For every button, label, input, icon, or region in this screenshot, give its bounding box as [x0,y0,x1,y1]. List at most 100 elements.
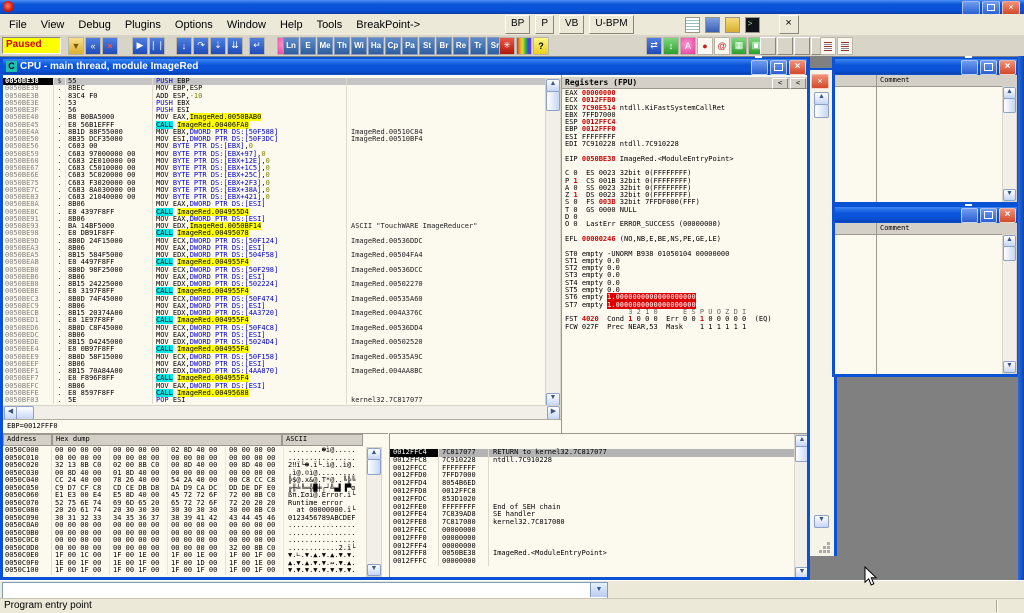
side-bottom-vscrollbar[interactable]: ▲ ▼ [1002,234,1017,374]
toolbar-button-tr[interactable]: Tr [470,37,486,55]
blank-button[interactable] [777,37,793,55]
registers-prev-button[interactable]: < [772,78,788,89]
scrollbar-thumb[interactable] [1003,98,1016,113]
toolbar-button-e[interactable]: E [300,37,316,55]
disasm-row[interactable]: 0050BF03.5EPOP ESIkernel32.7C817077 [3,397,545,404]
dump-header-ascii[interactable]: ASCII [282,434,363,446]
dump-vscrollbar[interactable]: ▲ ▼ [366,447,382,577]
save-icon[interactable] [705,17,720,33]
highlight-a-icon[interactable]: A [680,37,696,55]
toolbar-button-cp[interactable]: Cp [385,37,401,55]
toolbar-button-wi[interactable]: Wi [351,37,367,55]
scroll-down-arrow[interactable]: ▼ [795,567,807,577]
dump-row[interactable]: 0050C1001F 00 1F 001F 00 1F 001F 00 1F 0… [3,567,355,575]
side-window-top-content[interactable]: Comment ▲ ▼ [835,75,1017,202]
close-icon[interactable]: × [811,74,829,89]
dump-pane[interactable]: Address Hex dump ASCII 0050C00000 00 00 … [3,433,388,577]
disassembly-pane[interactable]: 0050BE38$55PUSH EBP0050BE39.8BECMOV EBP,… [3,78,545,405]
scroll-down-arrow[interactable]: ▼ [814,515,829,528]
scroll-down-arrow[interactable]: ▼ [367,564,381,576]
pause-icon[interactable]: ❘❘ [149,37,165,55]
main-titlebar[interactable]: × [0,0,1024,14]
console-icon[interactable] [745,17,760,33]
blank-button[interactable] [794,37,810,55]
close-button[interactable]: × [999,208,1016,223]
cpu-titlebar[interactable]: C CPU - main thread, module ImageRed × [3,59,807,74]
toolbar-button-pa[interactable]: Pa [402,37,418,55]
toolbar-button-ln[interactable]: Ln [283,37,299,55]
toolbar-button-br[interactable]: Br [436,37,452,55]
plugin-button-p[interactable]: P [535,15,554,34]
side-top-vscrollbar[interactable]: ▲ ▼ [1002,86,1017,202]
restart-icon[interactable]: « [85,37,101,55]
plugin-button-bp[interactable]: BP [505,15,530,34]
menu-item-breakpoint[interactable]: BreakPoint-> [349,19,427,31]
report-icon[interactable] [837,37,853,55]
updown-icon[interactable]: ↕ [663,37,679,55]
toolbar-button-me[interactable]: Me [317,37,333,55]
menu-item-view[interactable]: View [34,19,72,31]
help-icon[interactable]: ? [533,37,549,55]
scrollbar-thumb[interactable] [1003,246,1016,261]
dump-header-address[interactable]: Address [3,434,52,446]
open-file-icon[interactable]: ▼ [68,37,84,55]
stack-vscrollbar[interactable]: ▲ ▼ [794,434,807,577]
side-window-top-titlebar[interactable]: × [835,59,1017,74]
side-window-bottom-titlebar[interactable]: × [835,207,1017,222]
scroll-down-arrow[interactable]: ▼ [1003,361,1016,373]
animate-into-icon[interactable]: ⇣ [210,37,226,55]
minimize-button[interactable] [961,208,978,223]
folder-icon[interactable] [725,17,740,33]
combobox-dropdown-icon[interactable]: ▼ [590,583,607,597]
menu-item-file[interactable]: File [2,19,34,31]
keypad-icon[interactable]: ▦ [731,37,747,55]
side-window-bottom-content[interactable]: Comment ▲ ▼ [835,223,1017,374]
menu-item-tools[interactable]: Tools [310,19,350,31]
scroll-down-arrow[interactable]: ▼ [1003,189,1016,201]
close-button[interactable]: × [1002,1,1020,15]
toolbar-button-st[interactable]: St [419,37,435,55]
cpu-maximize-button[interactable] [770,60,787,75]
execute-till-return-icon[interactable]: ↵ [249,37,265,55]
scrollbar-thumb[interactable] [546,91,560,111]
maximize-button[interactable] [980,208,997,223]
menu-item-window[interactable]: Window [220,19,273,31]
step-into-icon[interactable]: ↓ [176,37,192,55]
cpu-close-button[interactable]: × [789,60,806,75]
maximize-button[interactable] [980,60,997,75]
register-row[interactable]: T 0 GS 0000 NULL [562,207,807,214]
disasm-row[interactable]: 0050BE3E.53PUSH EBX [3,100,545,107]
scroll-right-arrow[interactable]: ▶ [547,406,560,420]
appearance-icon[interactable] [516,37,532,55]
comment-column-header[interactable]: Comment [880,75,910,85]
toolbar-button-th[interactable]: Th [334,37,350,55]
blank-button[interactable] [760,37,776,55]
plugin-button-u-bpm[interactable]: U-BPM [589,15,633,34]
disasm-row[interactable]: 0050BE3B.83C4 F0ADD ESP,-10 [3,93,545,100]
options-gear-icon[interactable]: ✳ [499,37,515,55]
toolbar-button-re[interactable]: Re [453,37,469,55]
cpu-minimize-button[interactable] [751,60,768,75]
menu-item-plugins[interactable]: Plugins [118,19,168,31]
scrollbar-thumb[interactable] [16,406,34,420]
register-row[interactable]: EDI 7C910228 ntdll.7C910228 [562,141,807,148]
resize-grip[interactable] [820,543,830,553]
comment-column-header[interactable]: Comment [880,223,910,233]
scrollbar-thumb[interactable] [814,104,829,118]
menu-item-help[interactable]: Help [273,19,310,31]
register-row[interactable]: EFL 00000246 (NO,NB,E,BE,NS,PE,GE,LE) [562,236,807,243]
report-icon[interactable] [820,37,836,55]
registers-next-button[interactable]: < [790,78,806,89]
scrollbar-thumb[interactable] [367,459,381,475]
animate-over-icon[interactable]: ⇊ [227,37,243,55]
disasm-row[interactable]: 0050BEFE.E8 8597F8FFCALL ImageRed.004956… [3,390,545,397]
stack-row[interactable]: 0012FFFC00000000 [390,558,794,566]
disasm-vscrollbar[interactable]: ▲ ▼ [545,78,561,407]
registers-pane[interactable]: Registers (FPU) < < EAX 00000000ECX 0012… [561,75,807,433]
minimize-button[interactable] [962,1,980,15]
record-icon[interactable]: ● [697,37,713,55]
dump-header-hex[interactable]: Hex dump [52,434,282,446]
scrollbar-thumb[interactable] [795,446,807,462]
minimize-button[interactable] [961,60,978,75]
run-icon[interactable]: ▶ [132,37,148,55]
